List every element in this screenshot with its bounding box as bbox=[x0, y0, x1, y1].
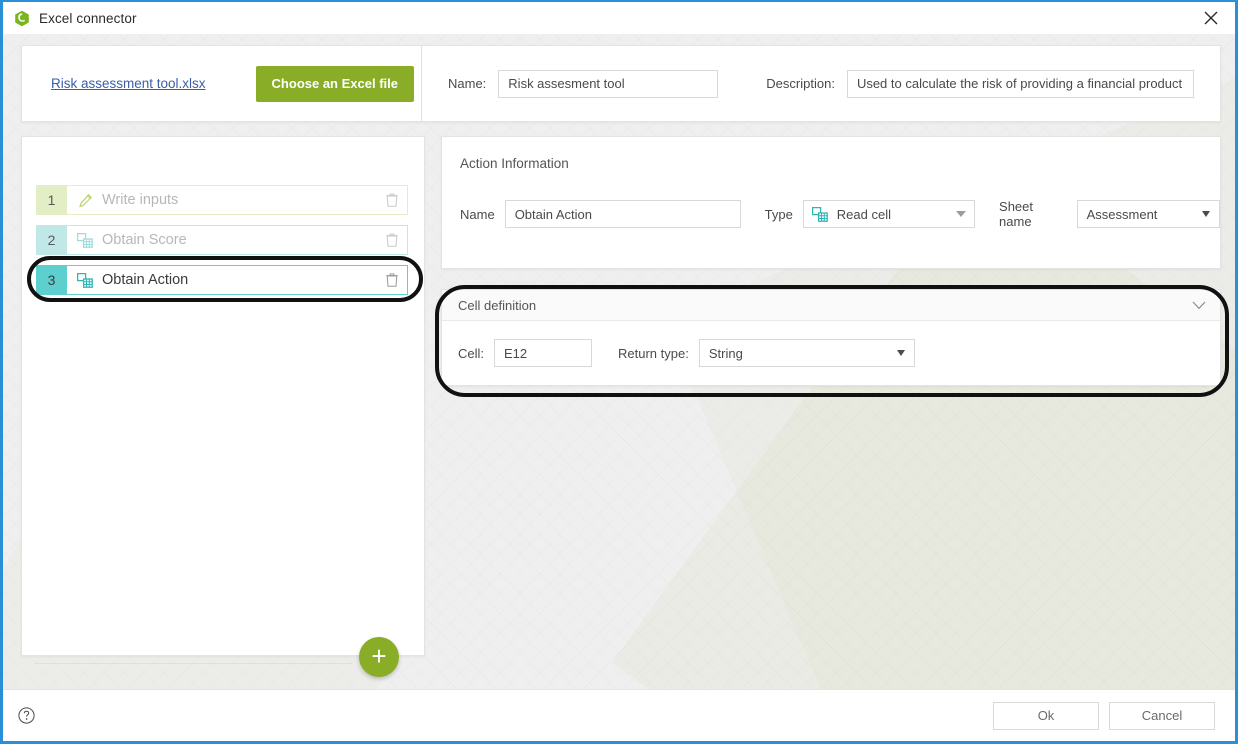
return-type-label: Return type: bbox=[618, 345, 689, 361]
chevron-down-icon bbox=[896, 350, 905, 356]
action-information-card: Action Information Name Type Read cell bbox=[441, 136, 1221, 269]
sheet-name-select[interactable]: Assessment bbox=[1076, 200, 1220, 228]
window-title: Excel connector bbox=[39, 10, 137, 26]
connector-name-input[interactable] bbox=[498, 69, 719, 98]
close-icon[interactable] bbox=[1191, 2, 1231, 34]
read-cell-icon bbox=[77, 232, 93, 248]
cell-label: Cell: bbox=[458, 345, 485, 361]
cell-definition-title: Cell definition bbox=[458, 297, 537, 313]
cell-definition-header[interactable]: Cell definition bbox=[442, 290, 1220, 321]
chevron-down-icon bbox=[1202, 211, 1210, 217]
chevron-down-icon bbox=[956, 211, 967, 217]
action-row-body[interactable]: Obtain Score bbox=[67, 225, 408, 255]
sheet-name-value: Assessment bbox=[1086, 206, 1158, 222]
trash-icon[interactable] bbox=[377, 193, 407, 207]
actions-list-panel: 1 Write inputs 2 Obtain Score 3 Obtain A… bbox=[21, 136, 425, 677]
cell-definition-card: Cell definition Cell: Return type: Strin… bbox=[441, 289, 1221, 386]
cell-input[interactable] bbox=[494, 339, 593, 367]
action-label: Write inputs bbox=[102, 192, 179, 208]
excel-connector-dialog: Excel connector Risk assessment tool.xls… bbox=[0, 0, 1238, 744]
cancel-button[interactable]: Cancel bbox=[1109, 701, 1215, 730]
action-list-item-write-inputs[interactable]: 1 Write inputs bbox=[36, 185, 408, 215]
sheet-name-label: Sheet name bbox=[999, 199, 1034, 229]
cell-definition-body: Cell: Return type: String bbox=[442, 321, 1220, 385]
chevron-down-icon[interactable] bbox=[1192, 301, 1206, 310]
action-list-item-obtain-score[interactable]: 2 Obtain Score bbox=[36, 225, 408, 255]
action-label: Obtain Action bbox=[102, 272, 189, 288]
return-type-value: String bbox=[708, 345, 743, 361]
excel-connector-icon bbox=[14, 10, 30, 27]
action-index: 2 bbox=[36, 225, 67, 255]
action-type-label: Type bbox=[764, 206, 793, 222]
read-cell-icon bbox=[77, 272, 93, 288]
action-list-item-obtain-action[interactable]: 3 Obtain Action bbox=[36, 265, 408, 295]
action-information-fields: Name Type Read cell Sheet name bbox=[460, 199, 1220, 229]
trash-icon[interactable] bbox=[377, 233, 407, 247]
return-type-select[interactable]: String bbox=[698, 339, 915, 367]
file-and-meta-card: Risk assessment tool.xlsx Choose an Exce… bbox=[21, 45, 1221, 122]
read-cell-icon bbox=[811, 206, 828, 222]
connector-name-label: Name: bbox=[448, 76, 487, 91]
panel-divider bbox=[34, 663, 352, 664]
dialog-body: Risk assessment tool.xlsx Choose an Exce… bbox=[3, 34, 1235, 691]
action-type-value: Read cell bbox=[836, 206, 891, 222]
title-bar: Excel connector bbox=[3, 2, 1235, 34]
dialog-footer: Ok Cancel bbox=[3, 689, 1235, 741]
action-index: 3 bbox=[36, 265, 67, 295]
meta-section: Name: Description: bbox=[422, 46, 1220, 121]
excel-file-link[interactable]: Risk assessment tool.xlsx bbox=[51, 76, 206, 91]
action-information-title: Action Information bbox=[460, 156, 569, 171]
add-action-button[interactable]: + bbox=[359, 637, 399, 677]
pencil-icon bbox=[77, 193, 93, 208]
connector-description-input[interactable] bbox=[846, 69, 1194, 98]
action-label: Obtain Score bbox=[102, 232, 187, 248]
action-type-select[interactable]: Read cell bbox=[802, 200, 976, 228]
help-circle-icon[interactable] bbox=[17, 707, 35, 725]
action-index: 1 bbox=[36, 185, 67, 215]
action-row-body[interactable]: Obtain Action bbox=[67, 265, 408, 295]
trash-icon[interactable] bbox=[377, 273, 407, 287]
connector-description-label: Description: bbox=[766, 76, 835, 91]
action-name-label: Name bbox=[460, 206, 495, 222]
action-row-body[interactable]: Write inputs bbox=[67, 185, 408, 215]
file-section: Risk assessment tool.xlsx Choose an Exce… bbox=[22, 46, 422, 121]
ok-button[interactable]: Ok bbox=[993, 701, 1099, 730]
action-name-input[interactable] bbox=[504, 200, 741, 228]
choose-excel-file-button[interactable]: Choose an Excel file bbox=[255, 65, 414, 102]
